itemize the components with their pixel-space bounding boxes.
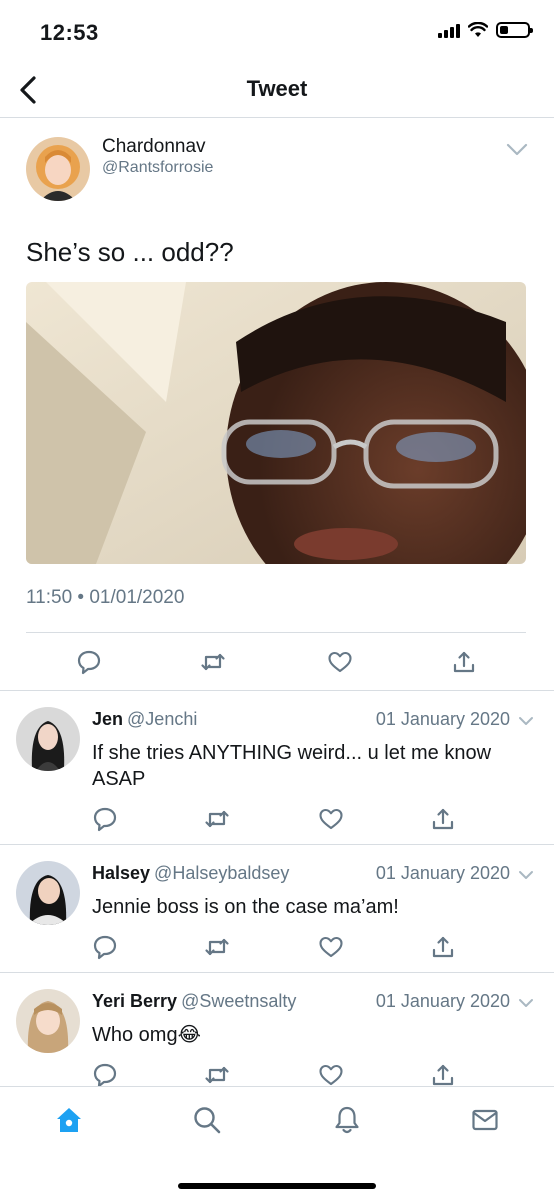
reply-button[interactable] — [92, 1062, 118, 1088]
retweet-button[interactable] — [204, 934, 230, 960]
wifi-icon — [468, 22, 488, 37]
retweet-button[interactable] — [204, 806, 230, 832]
reply-button[interactable] — [92, 806, 118, 832]
reply-name[interactable]: Jen — [92, 709, 123, 729]
share-button[interactable] — [430, 934, 456, 960]
search-icon — [194, 1107, 221, 1134]
share-icon — [453, 651, 475, 673]
author-avatar[interactable] — [26, 137, 90, 201]
author-handle[interactable]: @Rantsforrosie — [102, 159, 213, 177]
mail-icon — [472, 1109, 498, 1131]
status-bar: 12:53 — [0, 0, 554, 62]
reply-avatar[interactable] — [16, 989, 80, 1053]
reply-menu-button[interactable] — [518, 714, 534, 725]
like-button[interactable] — [318, 934, 344, 960]
reply-icon — [93, 807, 117, 832]
share-button[interactable] — [430, 1062, 456, 1088]
retweet-icon — [205, 810, 229, 828]
divider — [26, 632, 526, 633]
tweet-image[interactable] — [26, 282, 526, 564]
reply-name[interactable]: Yeri Berry — [92, 991, 177, 1011]
reply-button[interactable] — [76, 649, 102, 675]
reply-avatar[interactable] — [16, 861, 80, 925]
retweet-button[interactable] — [200, 649, 226, 675]
retweet-icon — [205, 938, 229, 956]
share-button[interactable] — [451, 649, 477, 675]
reply-icon — [93, 935, 117, 960]
reply-text: Jennie boss is on the case ma’am! — [92, 896, 399, 918]
reply-menu-button[interactable] — [518, 996, 534, 1007]
reply-date: 01 January 2020 — [375, 991, 510, 1011]
share-button[interactable] — [430, 806, 456, 832]
author-name[interactable]: Chardonnav — [102, 136, 206, 158]
tweet-menu-button[interactable] — [506, 143, 528, 157]
reply-date: 01 January 2020 — [375, 863, 510, 883]
heart-icon — [319, 808, 343, 830]
reply-icon — [93, 1063, 117, 1088]
separator — [0, 844, 554, 845]
heart-icon — [328, 651, 352, 673]
share-icon — [432, 808, 454, 830]
chevron-down-icon — [506, 143, 528, 156]
heart-icon — [319, 936, 343, 958]
tab-search[interactable] — [192, 1105, 222, 1135]
retweet-button[interactable] — [204, 1062, 230, 1088]
reply-button[interactable] — [92, 934, 118, 960]
bell-icon — [335, 1106, 359, 1134]
like-button[interactable] — [318, 1062, 344, 1088]
chevron-down-icon — [519, 871, 533, 879]
chevron-down-icon — [519, 717, 533, 725]
reply-handle[interactable]: @Sweetnsalty — [181, 991, 296, 1011]
reply-text: If she tries ANYTHING weird... u let me … — [92, 742, 492, 790]
retweet-icon — [201, 653, 225, 671]
chevron-down-icon — [519, 999, 533, 1007]
cellular-signal-icon — [438, 22, 460, 38]
battery-icon — [496, 22, 533, 38]
reply-name[interactable]: Halsey — [92, 863, 150, 883]
reply-handle[interactable]: @Jenchi — [127, 709, 197, 729]
tab-bar — [0, 1086, 554, 1200]
tab-home[interactable] — [54, 1105, 84, 1135]
tweet-timestamp: 11:50 • 01/01/2020 — [26, 587, 185, 608]
tab-notifications[interactable] — [332, 1105, 362, 1135]
tweet-text: She’s so ... odd?? — [26, 237, 234, 267]
like-button[interactable] — [327, 649, 353, 675]
page-title: Tweet — [246, 76, 308, 101]
reply-menu-button[interactable] — [518, 868, 534, 879]
share-icon — [432, 936, 454, 958]
status-time: 12:53 — [40, 20, 99, 45]
tab-messages[interactable] — [470, 1105, 500, 1135]
nav-header: Tweet — [0, 62, 554, 118]
reply-icon — [77, 650, 101, 675]
like-button[interactable] — [318, 806, 344, 832]
reply-text: Who omg😂 — [92, 1024, 201, 1046]
separator — [0, 690, 554, 691]
retweet-icon — [205, 1066, 229, 1084]
home-indicator[interactable] — [178, 1183, 376, 1189]
status-icons — [438, 22, 533, 38]
separator — [0, 972, 554, 973]
reply-date: 01 January 2020 — [375, 709, 510, 729]
home-icon — [57, 1108, 81, 1132]
reply-handle[interactable]: @Halseybaldsey — [154, 863, 289, 883]
reply-avatar[interactable] — [16, 707, 80, 771]
heart-icon — [319, 1064, 343, 1086]
share-icon — [432, 1064, 454, 1086]
